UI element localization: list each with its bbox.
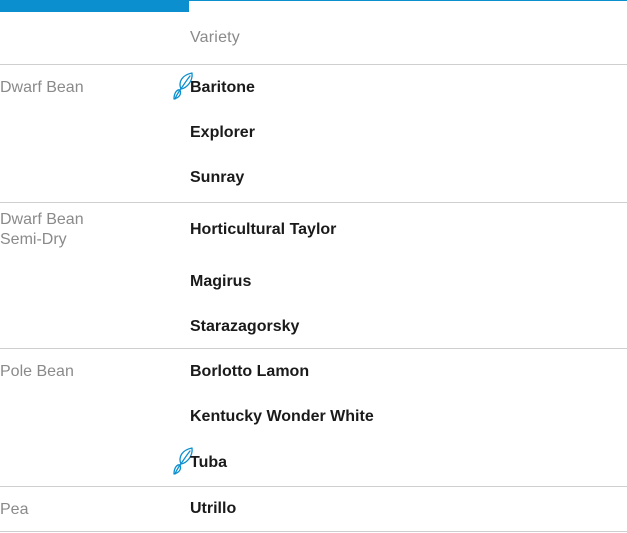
table-row: Borlotto Lamon — [0, 349, 627, 395]
table-row: Horticultural Taylor — [0, 207, 627, 253]
table-row: Magirus — [0, 259, 627, 305]
variety-name: Starazagorsky — [190, 318, 300, 335]
table-row: Sunray — [0, 155, 627, 201]
accent-tab — [0, 0, 189, 12]
variety-name: Kentucky Wonder White — [190, 408, 374, 425]
table-row: Baritone — [0, 65, 627, 111]
variety-name: Borlotto Lamon — [190, 363, 310, 380]
group-dwarf-bean-semi-dry: Dwarf Bean Semi-Dry Horticultural Taylor… — [0, 203, 627, 349]
table-row: Tuba — [0, 440, 627, 486]
variety-name: Sunray — [190, 169, 245, 186]
variety-name: Explorer — [190, 124, 255, 141]
table-row: Explorer — [0, 110, 627, 156]
variety-name: Baritone — [190, 79, 255, 96]
variety-column-header: Variety — [190, 29, 241, 46]
group-pea: Pea Utrillo — [0, 487, 627, 532]
group-pole-bean: Pole Bean Borlotto Lamon Kentucky Wonder… — [0, 349, 627, 487]
table-row: Starazagorsky — [0, 304, 627, 350]
table-row: Kentucky Wonder White — [0, 394, 627, 440]
variety-name: Tuba — [190, 454, 228, 471]
top-accent-bar — [0, 0, 627, 12]
variety-name: Utrillo — [190, 500, 237, 517]
variety-name: Horticultural Taylor — [190, 221, 337, 238]
table-row: Utrillo — [0, 487, 627, 531]
variety-name: Magirus — [190, 273, 252, 290]
accent-line — [189, 0, 627, 1]
group-dwarf-bean: Dwarf Bean Baritone Explorer Sunray — [0, 65, 627, 203]
table-header: Variety — [0, 12, 627, 65]
